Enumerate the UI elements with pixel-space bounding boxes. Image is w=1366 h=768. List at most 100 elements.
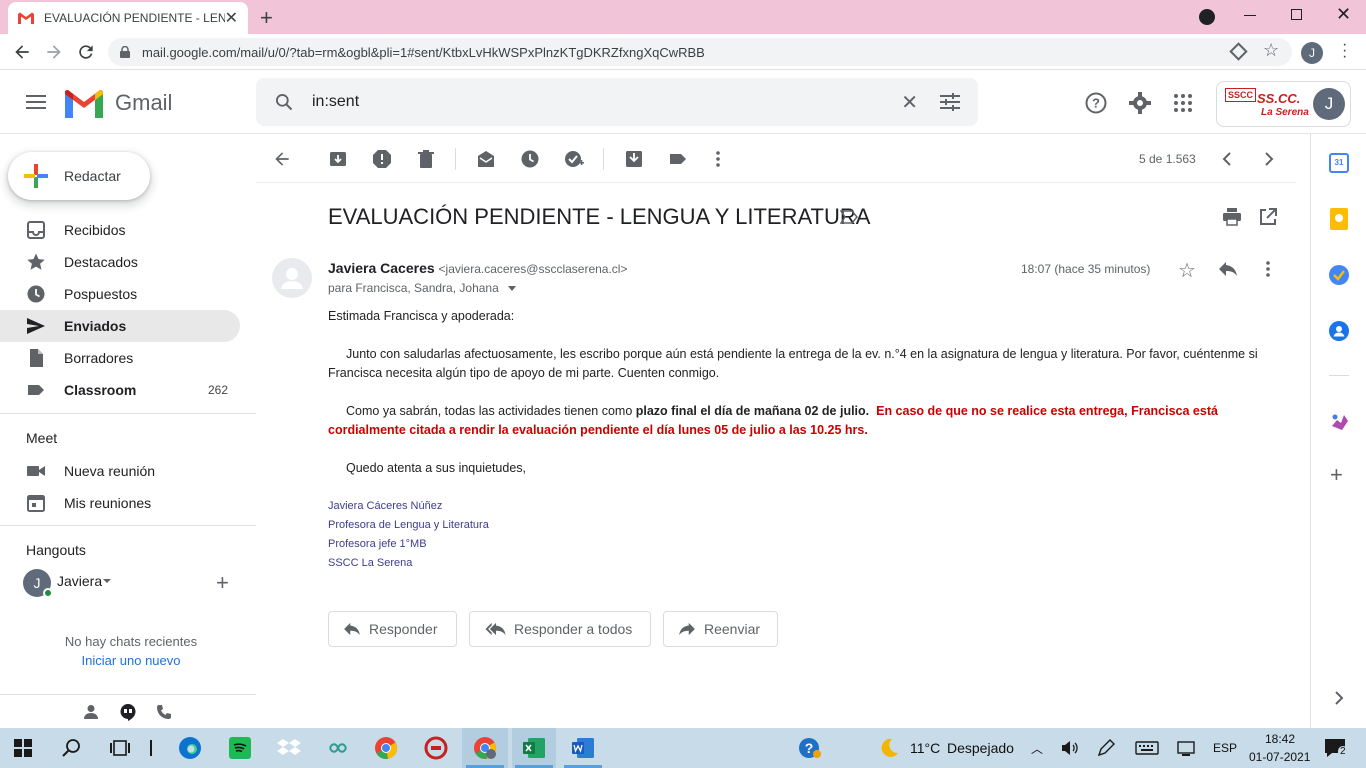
spotify-icon[interactable] [228, 736, 252, 760]
start-new-chat-link[interactable]: Iniciar uno nuevo [0, 653, 262, 668]
reload-icon[interactable] [76, 42, 96, 62]
add-chat-icon[interactable]: + [216, 570, 229, 596]
clear-search-icon[interactable]: ✕ [901, 90, 918, 115]
sync-app-icon[interactable] [326, 736, 350, 760]
pen-icon[interactable] [1096, 738, 1120, 762]
show-details-icon[interactable] [508, 286, 517, 292]
clock-date[interactable]: 01-07-2021 [1249, 750, 1310, 764]
importance-marker-icon[interactable] [840, 210, 858, 224]
hangouts-user[interactable]: J Javiera [23, 567, 123, 598]
volume-icon[interactable] [1060, 738, 1084, 762]
report-spam-icon[interactable] [372, 149, 392, 169]
apps-grid-icon[interactable] [1174, 94, 1192, 112]
browser-menu-icon[interactable]: · · · [1342, 37, 1347, 65]
tab-search-icon[interactable] [1199, 9, 1215, 25]
org-account-chip[interactable]: SSCC SS.CC. La Serena J [1216, 81, 1351, 127]
close-tab-icon[interactable]: ✕ [225, 8, 238, 28]
search-options-icon[interactable] [940, 93, 960, 111]
clock-time[interactable]: 18:42 [1265, 732, 1295, 746]
star-message-icon[interactable]: ☆ [1178, 258, 1196, 283]
task-view-icon[interactable] [109, 738, 133, 762]
word-icon[interactable] [571, 736, 595, 760]
network-icon[interactable] [1176, 738, 1200, 762]
gmail-logo-icon[interactable] [65, 90, 103, 118]
newer-message-icon[interactable] [1218, 149, 1238, 169]
hangouts-chat-icon[interactable] [119, 703, 137, 721]
excel-icon[interactable] [522, 736, 546, 760]
label-as-icon[interactable] [668, 149, 688, 169]
contacts-person-icon[interactable] [83, 704, 99, 720]
sidebar-item-label: Borradores [64, 350, 134, 366]
dropbox-icon[interactable] [277, 736, 301, 760]
sidebar-item-my-meetings[interactable]: Mis reuniones [0, 487, 240, 519]
hangouts-section-title: Hangouts [26, 542, 86, 558]
chrome-profile-icon[interactable] [473, 736, 497, 760]
browser-tab[interactable]: EVALUACIÓN PENDIENTE - LENG ✕ [8, 2, 248, 34]
main-menu-icon[interactable] [26, 94, 46, 110]
chrome-icon[interactable] [374, 736, 398, 760]
search-input[interactable]: in:sent [312, 93, 901, 111]
sender-email: <javiera.caceres@sscclaserena.cl> [438, 262, 628, 276]
more-options-icon[interactable] [708, 149, 728, 169]
recipients-line[interactable]: para Francisca, Sandra, Johana [328, 281, 517, 295]
google-calendar-icon[interactable]: 31 [1329, 153, 1349, 173]
edge-browser-icon[interactable] [178, 736, 202, 760]
reply-icon[interactable] [1218, 261, 1238, 277]
compose-button[interactable]: Redactar [8, 152, 150, 200]
close-window-icon[interactable]: ✕ [1336, 4, 1351, 25]
red-app-icon[interactable] [424, 736, 448, 760]
minimize-window-icon[interactable] [1244, 15, 1256, 16]
show-hidden-icons-icon[interactable]: ︿ [1031, 740, 1043, 757]
windows-start-icon[interactable] [14, 739, 32, 757]
mark-unread-icon[interactable] [476, 149, 496, 169]
expand-panel-icon[interactable] [1333, 691, 1345, 705]
add-to-tasks-icon[interactable] [564, 149, 584, 169]
message-more-icon[interactable] [1258, 259, 1278, 279]
weather-temperature[interactable]: 11°C [910, 740, 940, 756]
sidebar-item-sent[interactable]: Enviados [0, 310, 240, 342]
account-avatar[interactable]: J [1313, 88, 1345, 120]
open-new-window-icon[interactable] [1259, 208, 1277, 226]
sidebar-item-new-meeting[interactable]: Nueva reunión [0, 455, 240, 487]
sidebar-item-snoozed[interactable]: Pospuestos [0, 278, 240, 310]
addon-icon[interactable] [1329, 410, 1351, 432]
browser-toolbar: mail.google.com/mail/u/0/?tab=rm&ogbl&pl… [0, 34, 1366, 70]
weather-description[interactable]: Despejado [947, 740, 1014, 756]
google-tasks-icon[interactable] [1329, 265, 1349, 285]
sidebar-item-drafts[interactable]: Borradores [0, 342, 240, 374]
address-bar[interactable]: mail.google.com/mail/u/0/?tab=rm&ogbl&pl… [108, 38, 1292, 66]
profile-avatar[interactable]: J [1301, 42, 1323, 64]
sidebar-item-inbox[interactable]: Recibidos [0, 214, 240, 246]
get-addons-plus-icon[interactable]: + [1330, 462, 1343, 488]
new-tab-icon[interactable]: + [260, 5, 273, 31]
sidebar-item-classroom[interactable]: Classroom 262 [0, 374, 240, 406]
keyboard-icon[interactable] [1135, 739, 1159, 763]
sender-name[interactable]: Javiera Caceres [328, 260, 435, 276]
delete-icon[interactable] [416, 149, 436, 169]
back-icon[interactable] [12, 42, 32, 62]
forward-icon[interactable] [44, 42, 64, 62]
print-icon[interactable] [1222, 208, 1242, 226]
snooze-icon[interactable] [520, 149, 540, 169]
phone-icon[interactable] [156, 704, 172, 720]
restore-window-icon[interactable] [1291, 9, 1302, 20]
settings-gear-icon[interactable] [1129, 92, 1151, 114]
help-icon[interactable]: ? [1085, 92, 1107, 114]
reply-button[interactable]: Responder [328, 611, 457, 647]
input-language[interactable]: ESP [1213, 741, 1237, 755]
reply-all-button[interactable]: Responder a todos [469, 611, 651, 647]
back-to-list-icon[interactable] [272, 149, 292, 169]
archive-icon[interactable] [328, 149, 348, 169]
search-bar[interactable]: in:sent ✕ [256, 78, 978, 126]
google-contacts-icon[interactable] [1329, 321, 1349, 341]
search-icon[interactable] [274, 92, 294, 112]
bookmark-star-icon[interactable]: ☆ [1263, 40, 1279, 61]
forward-button[interactable]: Reenviar [663, 611, 778, 647]
older-message-icon[interactable] [1258, 149, 1278, 169]
google-keep-icon[interactable] [1330, 208, 1348, 230]
sidebar-item-starred[interactable]: Destacados [0, 246, 240, 278]
taskbar-search-icon[interactable] [62, 738, 86, 762]
move-to-icon[interactable] [624, 149, 644, 169]
tab-title: EVALUACIÓN PENDIENTE - LENG [44, 11, 225, 25]
help-tray-icon[interactable]: ? [798, 736, 822, 760]
